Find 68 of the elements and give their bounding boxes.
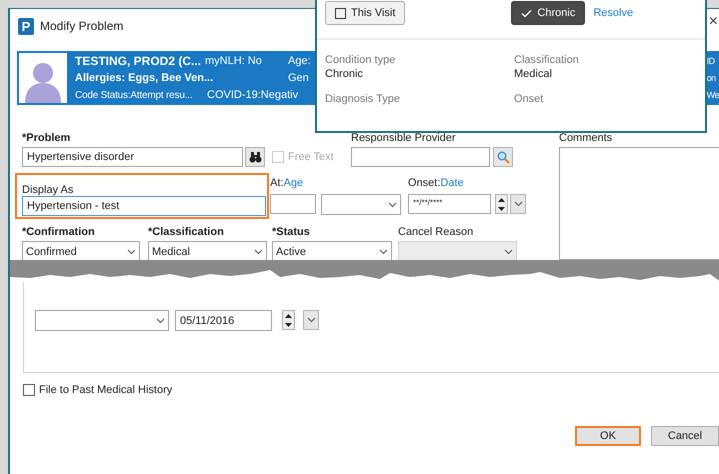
banner-text: We: [706, 89, 719, 102]
banner-text: ID: [706, 55, 716, 68]
toggle-button[interactable]: Chronic: [511, 1, 586, 25]
dialog-button[interactable]: OK: [575, 426, 641, 446]
onset-date-field[interactable]: **/**/****: [408, 194, 491, 214]
detail-label: Condition type: [325, 53, 396, 67]
close-icon[interactable]: ×: [708, 14, 718, 30]
covid-text: COVID-19:Negativ: [206, 88, 300, 103]
detail-label: Diagnosis Type: [325, 92, 402, 106]
field-label: *Problem: [22, 131, 72, 145]
resolve-link[interactable]: Resolve: [593, 7, 634, 19]
detail-label: Onset: [514, 92, 544, 106]
field-label: Display As: [22, 183, 74, 197]
age-unit-select[interactable]: [321, 194, 402, 215]
chevron-down-icon: [514, 201, 522, 207]
spin-buttons[interactable]: [282, 310, 295, 330]
checkbox-icon: [335, 8, 346, 18]
detail-value: Medical: [514, 67, 553, 81]
dropdown[interactable]: [35, 310, 169, 331]
spin-buttons[interactable]: [495, 194, 508, 214]
dropdown[interactable]: Active: [272, 241, 392, 260]
comments-field[interactable]: [559, 147, 719, 260]
dialog-button[interactable]: Cancel: [651, 426, 719, 446]
checkbox-label: Free Text: [288, 151, 334, 163]
dropdown[interactable]: Confirmed: [22, 241, 140, 260]
age-link[interactable]: Age: [284, 177, 304, 189]
gender-text: Gen: [288, 71, 310, 86]
problem-field[interactable]: Hypertensive disorder: [22, 147, 243, 167]
chevron-down-icon: [254, 248, 263, 254]
field-label: *Classification: [148, 225, 225, 239]
field-label: Cancel Reason: [398, 225, 474, 239]
chevron-down-icon: [388, 202, 398, 208]
field-label: *Confirmation: [22, 225, 96, 239]
patient-name: TESTING, PROD2 (C...: [75, 52, 202, 70]
window-title: Modify Problem: [40, 19, 124, 33]
date-field[interactable]: 05/11/2016: [175, 310, 272, 331]
toggle-button[interactable]: This Visit: [325, 1, 406, 25]
past-history-checkbox[interactable]: [23, 384, 35, 396]
checkmark-icon: [521, 8, 532, 18]
checkbox-label: File to Past Medical History: [39, 384, 172, 396]
banner-text: on: [706, 72, 717, 85]
search-icon[interactable]: [493, 147, 513, 167]
binoculars-icon[interactable]: [245, 147, 265, 167]
avatar-icon: [19, 53, 67, 103]
calendar-dropdown-button[interactable]: [303, 310, 319, 330]
display-as-field[interactable]: Hypertension - test: [22, 196, 266, 216]
mynlh-text: myNLH: No: [205, 54, 263, 68]
detail-value: Chronic: [325, 67, 364, 81]
field-label: Comments: [559, 131, 614, 145]
responsible-provider-field[interactable]: [351, 147, 490, 167]
field-label: Onset:: [408, 176, 440, 190]
date-link[interactable]: Date: [440, 177, 464, 189]
field-label: At:: [270, 176, 284, 190]
chevron-down-icon: [127, 248, 136, 254]
field-label: Responsible Provider: [351, 131, 457, 145]
chevron-down-icon: [156, 318, 165, 324]
dropdown[interactable]: Medical: [148, 241, 267, 260]
age-text: Age:: [288, 54, 312, 68]
chevron-down-icon: [379, 248, 388, 254]
detail-label: Classification: [514, 53, 580, 67]
allergies-text: Allergies: Eggs, Bee Ven...: [75, 71, 214, 86]
chevron-down-icon: [504, 248, 513, 254]
calendar-dropdown-button[interactable]: [510, 194, 526, 214]
app-icon: P: [18, 18, 34, 34]
chevron-down-icon: [306, 317, 316, 323]
field-label: *Status: [272, 225, 311, 239]
code-status-text: Code Status:Attempt resu...: [75, 89, 194, 103]
age-field[interactable]: [270, 194, 316, 214]
